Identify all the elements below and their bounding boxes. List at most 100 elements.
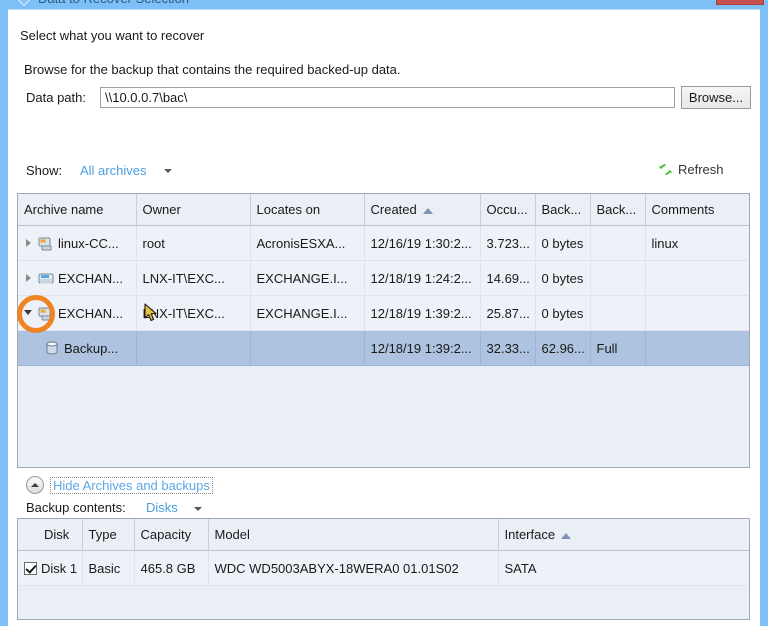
cell-backup-type	[590, 260, 646, 296]
title-bar: ◇ Data to Recover Selection	[0, 0, 768, 9]
cell-archive-name[interactable]: Backup...	[18, 330, 137, 366]
cell-created: 12/18/19 1:39:2...	[364, 295, 481, 331]
column-header-locates-on[interactable]: Locates on	[250, 194, 365, 226]
column-label: Comments	[651, 202, 715, 217]
chevron-down-icon[interactable]	[194, 507, 202, 511]
column-header-capacity[interactable]: Capacity	[134, 519, 209, 551]
dialog-window: ◇ Data to Recover Selection Select what …	[0, 0, 768, 626]
column-label: Model	[214, 527, 250, 542]
table-row[interactable]: EXCHAN... LNX-IT\EXC... EXCHANGE.I... 12…	[18, 260, 749, 296]
expand-toggle-icon[interactable]	[24, 273, 34, 283]
cell-backed-up: 0 bytes	[535, 295, 591, 331]
cell-type: Basic	[82, 550, 135, 586]
archive-machine-icon	[38, 237, 52, 251]
cell-archive-name[interactable]: EXCHAN...	[18, 295, 137, 331]
cell-backup-type	[590, 225, 646, 261]
disks-table: Disk Type Capacity Model Interface Disk …	[17, 518, 750, 620]
column-header-model[interactable]: Model	[208, 519, 499, 551]
column-label: Occu...	[486, 202, 528, 217]
browse-hint: Browse for the backup that contains the …	[24, 62, 401, 77]
cell-locates-on: EXCHANGE.I...	[250, 260, 365, 296]
page-title: Select what you want to recover	[20, 28, 205, 43]
browse-button[interactable]: Browse...	[681, 86, 751, 109]
column-header-owner[interactable]: Owner	[136, 194, 251, 226]
sort-ascending-icon	[422, 207, 433, 214]
disk-label: Disk 1	[41, 560, 78, 576]
archive-machine-icon	[38, 307, 52, 321]
chevron-down-icon[interactable]	[164, 169, 172, 173]
column-header-comments[interactable]: Comments	[645, 194, 749, 226]
table-row[interactable]: linux-CC... root AcronisESXA... 12/16/19…	[18, 225, 749, 261]
cell-owner: LNX-IT\EXC...	[136, 295, 251, 331]
column-header-type[interactable]: Type	[82, 519, 135, 551]
cell-owner: LNX-IT\EXC...	[136, 260, 251, 296]
show-label: Show:	[26, 163, 63, 178]
show-filter-value[interactable]: All archives	[80, 163, 146, 178]
cell-comments	[645, 260, 749, 296]
collapse-toggle-icon[interactable]	[24, 308, 34, 318]
cell-locates-on: EXCHANGE.I...	[250, 295, 365, 331]
hide-archives-row[interactable]: Hide Archives and backups	[26, 476, 213, 494]
archives-header-row: Archive name Owner Locates on Created Oc…	[18, 194, 749, 226]
column-header-occupied[interactable]: Occu...	[480, 194, 536, 226]
table-row[interactable]: EXCHAN... LNX-IT\EXC... EXCHANGE.I... 12…	[18, 295, 749, 331]
cell-owner: root	[136, 225, 251, 261]
cell-created: 12/18/19 1:39:2...	[364, 330, 481, 366]
backup-contents-label: Backup contents:	[26, 500, 126, 515]
archive-name-label: EXCHAN...	[58, 305, 124, 321]
table-row[interactable]: Backup... 12/18/19 1:39:2... 32.33... 62…	[18, 330, 749, 366]
expand-toggle-icon[interactable]	[24, 238, 34, 248]
sort-ascending-icon	[561, 532, 572, 539]
cell-backup-type	[590, 295, 646, 331]
column-header-archive-name[interactable]: Archive name	[18, 194, 137, 226]
cell-capacity: 465.8 GB	[134, 550, 209, 586]
refresh-icon	[658, 164, 673, 175]
column-label: Back...	[541, 202, 582, 217]
cell-created: 12/16/19 1:30:2...	[364, 225, 481, 261]
backup-contents-value[interactable]: Disks	[146, 500, 178, 515]
column-header-backed-up-1[interactable]: Back...	[535, 194, 591, 226]
disk-checkbox[interactable]	[24, 561, 37, 575]
cell-occupied: 3.723...	[480, 225, 536, 261]
column-header-interface[interactable]: Interface	[498, 519, 749, 551]
archive-name-label: EXCHAN...	[58, 270, 124, 286]
cell-occupied: 25.87...	[480, 295, 536, 331]
chevron-up-icon[interactable]	[26, 476, 44, 494]
disks-body: Disk 1 Basic 465.8 GB WDC WD5003ABYX-18W…	[18, 550, 749, 586]
backup-cylinder-icon	[46, 341, 58, 355]
cell-locates-on: AcronisESXA...	[250, 225, 365, 261]
close-icon[interactable]	[716, 0, 764, 5]
table-row[interactable]: Disk 1 Basic 465.8 GB WDC WD5003ABYX-18W…	[18, 550, 749, 586]
dialog-content: Select what you want to recover Browse f…	[8, 9, 760, 626]
datapath-input[interactable]	[100, 87, 675, 108]
cell-created: 12/18/19 1:24:2...	[364, 260, 481, 296]
cell-model: WDC WD5003ABYX-18WERA0 01.01S02	[208, 550, 499, 586]
window-title: Data to Recover Selection	[38, 0, 189, 7]
cell-interface: SATA	[498, 550, 749, 586]
diamond-icon: ◇	[16, 0, 32, 8]
disks-header-row: Disk Type Capacity Model Interface	[18, 519, 749, 551]
cell-archive-name[interactable]: EXCHAN...	[18, 260, 137, 296]
archives-body: linux-CC... root AcronisESXA... 12/16/19…	[18, 225, 749, 366]
column-header-created[interactable]: Created	[364, 194, 481, 226]
cell-occupied: 32.33...	[480, 330, 536, 366]
cell-backed-up: 0 bytes	[535, 260, 591, 296]
column-label: Archive name	[24, 202, 104, 217]
backup-name-label: Backup...	[64, 340, 119, 356]
hide-archives-link[interactable]: Hide Archives and backups	[50, 476, 213, 494]
cell-backed-up: 62.96...	[535, 330, 591, 366]
archive-name-label: linux-CC...	[58, 235, 119, 251]
column-label: Disk	[44, 527, 70, 542]
cell-disk[interactable]: Disk 1	[18, 550, 83, 586]
cell-locates-on	[250, 330, 365, 366]
datapath-label: Data path:	[26, 90, 86, 105]
cell-archive-name[interactable]: linux-CC...	[18, 225, 137, 261]
cell-comments: linux	[645, 225, 749, 261]
archives-table: Archive name Owner Locates on Created Oc…	[17, 193, 750, 468]
refresh-button[interactable]: Refresh	[658, 162, 724, 177]
column-label: Back...	[596, 202, 637, 217]
column-header-backed-up-2[interactable]: Back...	[590, 194, 646, 226]
column-label: Type	[88, 527, 117, 542]
refresh-label: Refresh	[678, 162, 724, 177]
column-header-disk[interactable]: Disk	[18, 519, 83, 551]
